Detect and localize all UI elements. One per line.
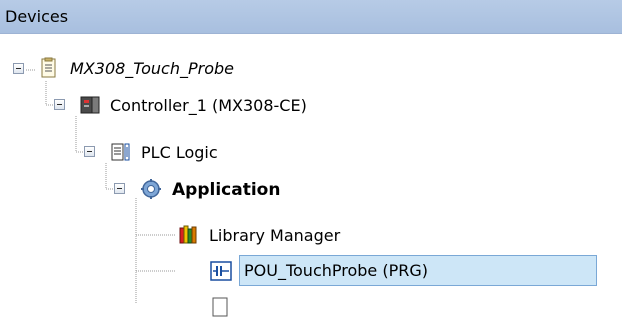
pou-program-icon: [210, 261, 232, 281]
expand-controller-toggle[interactable]: [54, 99, 65, 110]
next-item-icon: [212, 297, 228, 317]
expand-plc-logic-toggle[interactable]: [84, 146, 95, 157]
tree-item-library-manager[interactable]: Library Manager: [209, 225, 340, 247]
expand-application-toggle[interactable]: [114, 183, 125, 194]
tree-item-pou-touchprobe[interactable]: POU_TouchProbe (PRG): [244, 260, 428, 282]
tree-item-project[interactable]: MX308_Touch_Probe: [70, 58, 234, 80]
tree-item-controller[interactable]: Controller_1 (MX308-CE): [110, 95, 307, 117]
project-file-icon: [41, 57, 56, 78]
device-tree[interactable]: MX308_Touch_Probe Controller_1 (MX308-CE…: [0, 34, 622, 317]
controller-device-icon: [80, 96, 100, 114]
tree-item-application[interactable]: Application: [172, 179, 280, 201]
application-gear-icon: [141, 179, 161, 199]
expand-project-toggle[interactable]: [13, 63, 24, 74]
panel-title: Devices: [5, 7, 69, 26]
tree-item-plc-logic[interactable]: PLC Logic: [141, 142, 218, 164]
library-manager-icon: [179, 225, 197, 244]
plc-logic-icon: [111, 143, 130, 161]
devices-panel-header: Devices: [0, 0, 622, 34]
